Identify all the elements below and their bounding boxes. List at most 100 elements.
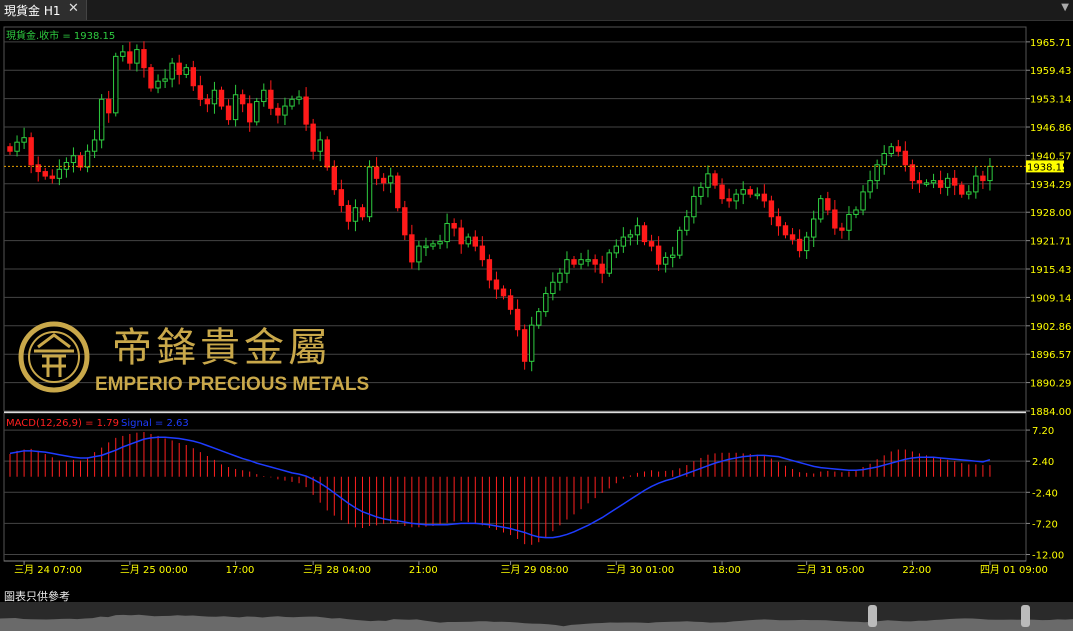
- candle-body: [402, 207, 408, 236]
- candle-body: [536, 311, 542, 326]
- macd-tick-label: -12.00: [1032, 551, 1064, 562]
- candle-body: [571, 259, 577, 265]
- candle-body: [670, 254, 676, 258]
- candle-body: [176, 62, 182, 75]
- candle-body: [698, 186, 704, 197]
- candle-body: [49, 175, 55, 179]
- price-tick-label: 1902.86: [1030, 322, 1071, 333]
- chart-tab[interactable]: 現貨金 H1 ✕: [0, 0, 87, 20]
- candle-body: [275, 107, 281, 116]
- time-tick-label: 三月 24 07:00: [14, 564, 82, 576]
- candle-body: [634, 225, 641, 236]
- logo-chinese: 帝鋒貴金屬: [112, 325, 332, 371]
- price-tick-label: 1946.86: [1030, 123, 1071, 134]
- candle-body: [317, 139, 323, 152]
- candle-body: [352, 207, 359, 222]
- price-tick-label: 1909.14: [1030, 293, 1071, 304]
- candle-body: [225, 105, 232, 121]
- close-icon[interactable]: ✕: [68, 1, 79, 16]
- time-tick-label: 22:00: [902, 565, 931, 576]
- price-legend: 現貨金.收市 = 1938.15: [6, 29, 115, 42]
- candle-body: [373, 166, 380, 179]
- time-tick-label: 17:00: [226, 565, 255, 576]
- price-tick-label: 1915.43: [1030, 265, 1071, 276]
- candle-body: [430, 243, 436, 247]
- price-tick-label: 1921.71: [1030, 237, 1071, 248]
- tab-bar: 現貨金 H1 ✕ ▼: [0, 0, 1073, 21]
- candle-body: [289, 98, 295, 107]
- candle-body: [486, 259, 493, 281]
- candle-body: [423, 245, 429, 249]
- price-tick-label: 1953.14: [1030, 95, 1071, 106]
- candle-body: [959, 184, 965, 195]
- candle-body: [35, 164, 41, 173]
- candle-body: [56, 168, 63, 179]
- candle-body: [564, 259, 570, 274]
- candle-body: [973, 175, 979, 193]
- candle-body: [98, 98, 105, 141]
- candle-body: [740, 189, 746, 195]
- candle-body: [113, 55, 119, 114]
- candle-body: [641, 225, 648, 243]
- candle-body: [733, 193, 739, 202]
- candle-body: [585, 259, 591, 262]
- candle-body: [261, 89, 267, 103]
- candle-body: [543, 293, 549, 313]
- candle-body: [134, 49, 140, 64]
- navigator-bar[interactable]: [0, 602, 1073, 631]
- candle-body: [796, 238, 803, 252]
- candle-body: [620, 236, 627, 247]
- candle-body: [987, 165, 993, 182]
- candle-body: [952, 177, 958, 186]
- last-price-value: 1938.15: [1027, 162, 1068, 173]
- candle-body: [811, 218, 817, 238]
- candle-body: [197, 85, 204, 100]
- candle-body: [451, 223, 457, 229]
- candle-body: [684, 216, 690, 231]
- candle-body: [916, 180, 923, 184]
- candle-body: [444, 223, 450, 243]
- candle-body: [846, 213, 852, 231]
- candle-body: [726, 198, 732, 202]
- price-tick-label: 1934.29: [1030, 180, 1071, 191]
- navigator-right-handle[interactable]: [1021, 605, 1030, 627]
- candle-body: [84, 150, 91, 168]
- candle-body: [529, 324, 535, 362]
- candle-body: [599, 263, 605, 274]
- candle-body: [268, 89, 274, 109]
- candle-body: [190, 67, 197, 87]
- candle-body: [613, 245, 619, 254]
- navigator-left-handle[interactable]: [868, 605, 877, 627]
- signal-legend: Signal = 2.63: [121, 418, 189, 429]
- candle-body: [127, 51, 133, 64]
- candle-body: [345, 204, 352, 222]
- candle-body: [874, 164, 880, 182]
- candle-body: [839, 227, 845, 231]
- candle-body: [366, 166, 373, 218]
- price-tick-label: 1890.29: [1030, 379, 1071, 390]
- price-chart[interactable]: 帝鋒貴金屬 EMPERIO PRECIOUS METALS 1965.71 195…: [0, 21, 1073, 602]
- macd-tick-label: 7.20: [1032, 426, 1054, 437]
- candle-body: [648, 241, 655, 247]
- candle-body: [521, 329, 528, 362]
- candle-body: [895, 146, 901, 152]
- time-tick-label: 四月 01 09:00: [980, 564, 1048, 576]
- candle-body: [980, 175, 986, 182]
- time-axis: 三月 24 07:00 三月 25 00:00 17:00 三月 28 04:00 21…: [4, 560, 1048, 576]
- candle-body: [409, 234, 415, 263]
- candle-body: [592, 259, 598, 265]
- candle-body: [803, 236, 810, 252]
- candle-body: [91, 139, 98, 152]
- time-tick-label: 三月 30 01:00: [606, 564, 674, 576]
- time-tick-label: 三月 28 04:00: [303, 564, 371, 576]
- candle-body: [514, 308, 521, 331]
- candle-body: [331, 166, 338, 191]
- macd-tick-label: 2.40: [1032, 457, 1054, 468]
- dropdown-arrow-icon[interactable]: ▼: [1061, 2, 1069, 13]
- candle-body: [155, 80, 161, 89]
- candle-body: [768, 200, 775, 218]
- candle-body: [324, 139, 330, 168]
- candle-body: [881, 152, 887, 166]
- candle-body: [930, 180, 937, 184]
- candle-body: [437, 241, 443, 245]
